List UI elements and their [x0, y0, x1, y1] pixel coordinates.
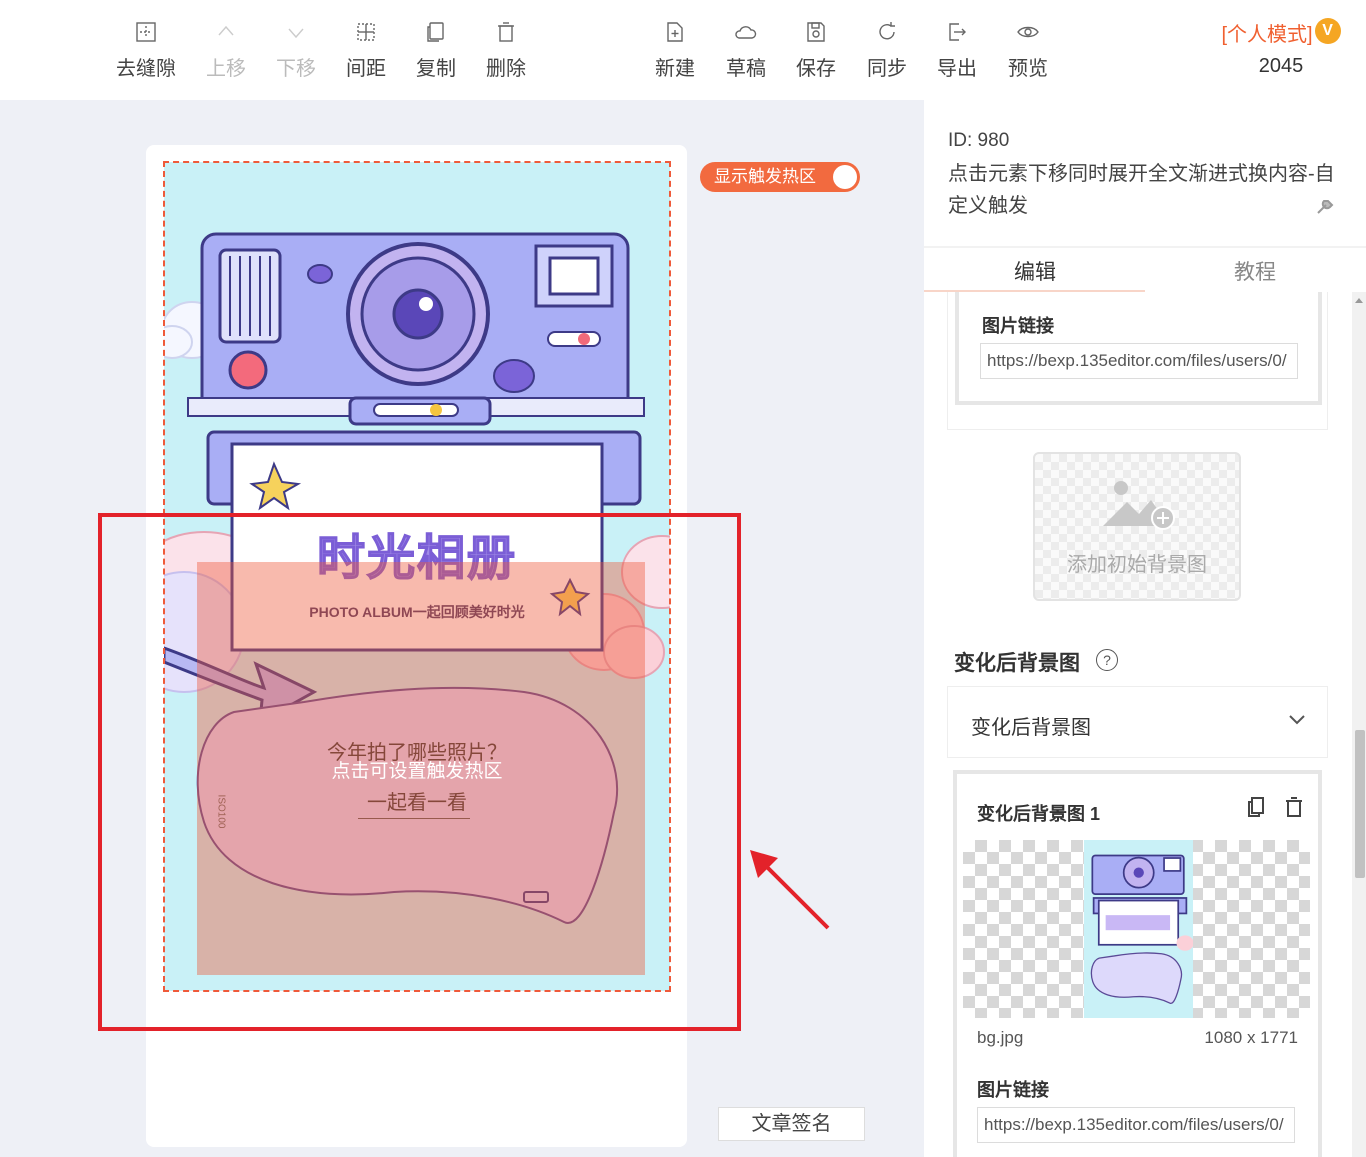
sync-label: 同步: [867, 58, 907, 80]
hotzone-hint: 点击可设置触发热区: [331, 761, 503, 782]
annotation-arrow-icon: [750, 850, 830, 930]
preview-label: 预览: [1008, 58, 1048, 80]
save-icon: [807, 22, 825, 42]
toggle-knob: [833, 165, 857, 189]
element-id: ID: 980: [948, 130, 1010, 151]
scroll-up-icon[interactable]: [1355, 298, 1363, 303]
panel-tabs: 编辑 教程: [924, 246, 1366, 293]
show-hotzone-toggle[interactable]: 显示触发热区: [700, 162, 860, 192]
new-button[interactable]: 新建: [640, 20, 710, 81]
after-bg-thumbnail-image: [1084, 840, 1193, 1018]
remove-gap-button[interactable]: 去缝隙: [111, 20, 181, 81]
after-bg-thumbnail[interactable]: [963, 840, 1310, 1018]
export-icon: [949, 23, 966, 41]
delete-button[interactable]: 删除: [471, 20, 541, 81]
image-link-input[interactable]: https://bexp.135editor.com/files/users/0…: [980, 343, 1298, 379]
new-doc-icon: [667, 22, 683, 42]
vip-icon: V: [1314, 18, 1341, 44]
file-name: bg.jpg: [977, 1028, 1024, 1047]
article-signature-button[interactable]: 文章签名: [718, 1107, 865, 1141]
element-description: 点击元素下移同时展开全文渐进式换内容-自定义触发: [948, 163, 1335, 217]
save-label: 保存: [796, 58, 836, 80]
gap-icon: [136, 22, 156, 42]
move-up-button[interactable]: 上移: [191, 20, 261, 81]
trash-icon: [498, 22, 514, 42]
tab-tutorial[interactable]: 教程: [1234, 256, 1276, 286]
tools-icon[interactable]: [1315, 196, 1335, 216]
sync-icon: [879, 22, 895, 40]
after-bg-section-title: 变化后背景图: [954, 652, 1080, 675]
user-count: 2045: [1258, 55, 1304, 77]
user-mode[interactable]: [个人模式] V 2045: [1216, 18, 1346, 78]
copy-label: 复制: [416, 58, 456, 80]
copy-icon[interactable]: [1246, 796, 1266, 823]
sync-button[interactable]: 同步: [852, 20, 922, 81]
export-button[interactable]: 导出: [922, 20, 992, 81]
spacing-button[interactable]: 间距: [331, 20, 401, 81]
panel-scrollbar[interactable]: [1352, 292, 1366, 1157]
image-link-input-2[interactable]: https://bexp.135editor.com/files/users/0…: [977, 1107, 1295, 1143]
add-initial-bg-label: 添加初始背景图: [1067, 554, 1207, 576]
draft-label: 草稿: [726, 58, 766, 80]
save-button[interactable]: 保存: [781, 20, 851, 81]
properties-panel: ID: 980 点击元素下移同时展开全文渐进式换内容-自定义触发 编辑 教程 图…: [924, 100, 1366, 1157]
preview-button[interactable]: 预览: [993, 20, 1063, 81]
thumbnail-illustration: [1090, 854, 1193, 1004]
show-hotzone-label: 显示触发热区: [714, 167, 816, 186]
spacing-icon: [357, 23, 375, 41]
eye-icon: [1017, 26, 1039, 38]
move-up-label: 上移: [206, 58, 246, 80]
spacing-label: 间距: [346, 58, 386, 80]
new-label: 新建: [655, 58, 695, 80]
after-bg-select-value: 变化后背景图: [971, 717, 1091, 739]
initial-bg-card-inner: 图片链接 https://bexp.135editor.com/files/us…: [955, 292, 1322, 405]
delete-label: 删除: [486, 58, 526, 80]
top-toolbar: 去缝隙 上移 下移 间距 复制 删除 新建 草稿 保存 同步 导出 预览 [个人…: [0, 0, 1366, 100]
after-bg-card-title: 变化后背景图 1: [977, 804, 1101, 824]
personal-mode-label[interactable]: [个人模式]: [1221, 24, 1312, 46]
panel-scroll-area: 图片链接 https://bexp.135editor.com/files/us…: [924, 292, 1366, 1157]
initial-bg-card: 图片链接 https://bexp.135editor.com/files/us…: [947, 292, 1328, 430]
card-actions: [1232, 796, 1304, 823]
after-bg-select[interactable]: 变化后背景图: [947, 686, 1328, 758]
tab-edit[interactable]: 编辑: [1014, 256, 1056, 286]
scrollbar-thumb[interactable]: [1355, 730, 1365, 878]
move-down-label: 下移: [276, 58, 316, 80]
draft-button[interactable]: 草稿: [711, 20, 781, 81]
copy-button[interactable]: 复制: [401, 20, 471, 81]
file-dimensions: 1080 x 1771: [1204, 1028, 1298, 1047]
help-icon[interactable]: ?: [1096, 649, 1118, 671]
export-label: 导出: [937, 58, 977, 80]
add-initial-bg-button[interactable]: 添加初始背景图: [1033, 452, 1241, 601]
copy-icon: [427, 22, 444, 42]
down-chevron-icon: [288, 28, 304, 39]
cloud-icon: [735, 26, 757, 39]
chevron-down-icon: [1289, 715, 1305, 725]
up-chevron-icon: [218, 25, 234, 36]
image-link-label-2: 图片链接: [977, 1080, 1049, 1100]
move-down-button[interactable]: 下移: [261, 20, 331, 81]
add-image-icon: [1103, 481, 1175, 530]
trash-icon[interactable]: [1284, 796, 1304, 823]
image-link-label: 图片链接: [982, 316, 1054, 336]
remove-gap-label: 去缝隙: [116, 58, 176, 80]
after-bg-card: 变化后背景图 1 bg.jpg 1080 x 1771 图片链接 https:/…: [953, 770, 1322, 1157]
